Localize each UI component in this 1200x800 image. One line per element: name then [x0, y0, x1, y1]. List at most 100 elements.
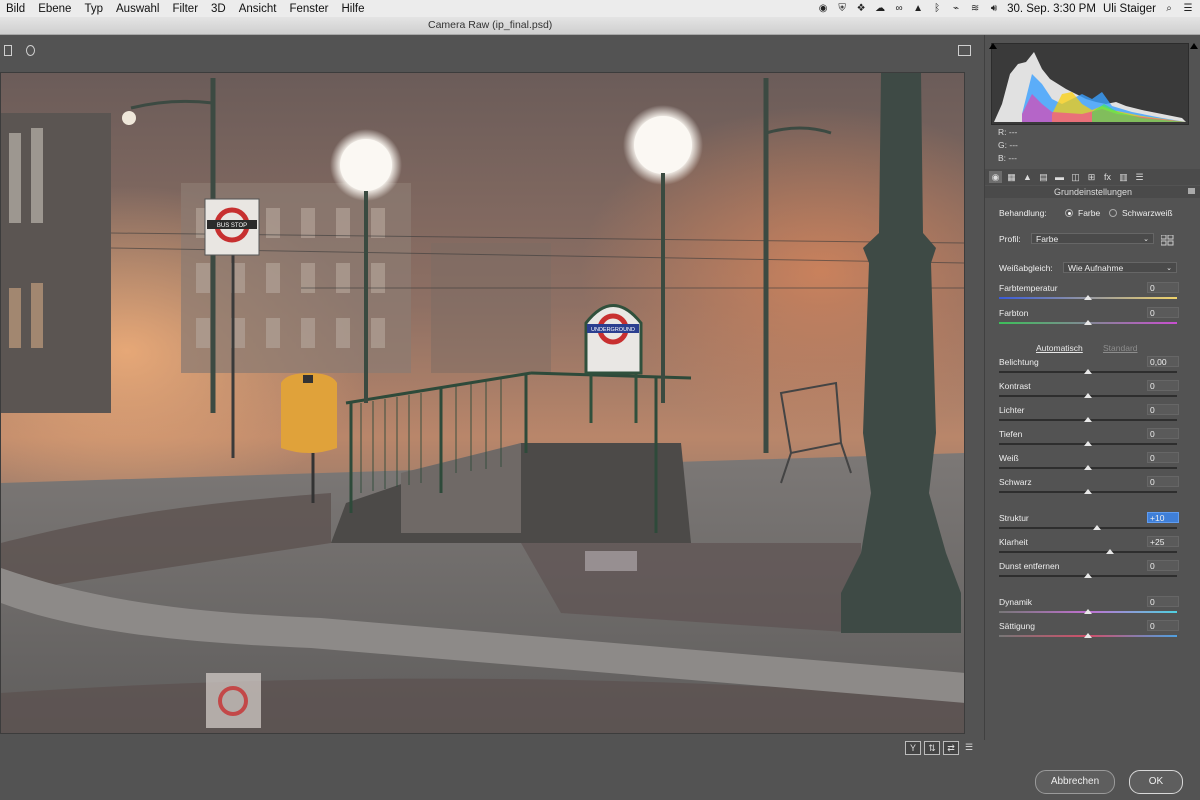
slider-label: Schwarz — [999, 477, 1032, 487]
slider-value-field[interactable]: 0 — [1147, 307, 1179, 318]
slider-value-field[interactable]: +10 — [1147, 512, 1179, 523]
slider-track[interactable] — [999, 527, 1177, 529]
shield-icon[interactable]: ⛨ — [836, 3, 848, 15]
histogram — [991, 43, 1189, 125]
chevron-down-icon: ⌄ — [1143, 236, 1149, 243]
slider-value-field[interactable]: 0 — [1147, 476, 1179, 487]
slider-track[interactable] — [999, 551, 1177, 553]
menu-3d[interactable]: 3D — [205, 3, 233, 15]
profile-browser-icon[interactable] — [1160, 233, 1174, 246]
menu-filter[interactable]: Filter — [166, 3, 205, 15]
presets-tab-icon[interactable]: ☰ — [1133, 171, 1146, 183]
circle-tool-icon[interactable] — [26, 45, 35, 56]
before-after-y-icon[interactable]: Y — [905, 741, 921, 755]
preview-preferences-icon[interactable]: ☰ — [962, 741, 976, 753]
slider-label: Klarheit — [999, 537, 1028, 547]
treatment-color-label[interactable]: Farbe — [1078, 208, 1100, 218]
filmstrip-icon[interactable] — [4, 45, 12, 56]
slider-thumb[interactable] — [1084, 609, 1092, 614]
slider-thumb[interactable] — [1084, 573, 1092, 578]
slider-label: Dunst entfernen — [999, 561, 1060, 571]
profile-dropdown[interactable]: Farbe ⌄ — [1031, 233, 1154, 244]
slider-thumb[interactable] — [1084, 295, 1092, 300]
slider-value-field[interactable]: 0 — [1147, 560, 1179, 571]
airdrop-icon[interactable]: ⌁ — [950, 3, 962, 15]
swap-settings-icon[interactable]: ⇅ — [924, 741, 940, 755]
slider-value-field[interactable]: 0 — [1147, 428, 1179, 439]
slider-value-field[interactable]: +25 — [1147, 536, 1179, 547]
cancel-button[interactable]: Abbrechen — [1035, 770, 1115, 794]
slider-thumb[interactable] — [1084, 633, 1092, 638]
lens-tab-icon[interactable]: ◫ — [1069, 171, 1082, 183]
profile-label: Profil: — [999, 234, 1021, 244]
menu-ebene[interactable]: Ebene — [32, 3, 78, 15]
highlight-clipping-icon[interactable] — [1190, 43, 1198, 49]
menu-typ[interactable]: Typ — [78, 3, 110, 15]
menu-ansicht[interactable]: Ansicht — [233, 3, 284, 15]
panel-menu-icon[interactable] — [1188, 188, 1195, 194]
view-tools: Y ⇅ ⇄ ☰ — [905, 741, 976, 755]
record-icon[interactable]: ◉ — [817, 3, 829, 15]
auto-link[interactable]: Automatisch — [1036, 343, 1083, 353]
menu-list-icon[interactable]: ☰ — [1182, 3, 1194, 15]
street-scene-image: UNDERGROUND BUS STOP — [1, 73, 964, 733]
slider-thumb[interactable] — [1084, 393, 1092, 398]
slider-label: Dynamik — [999, 597, 1033, 607]
slider-label: Sättigung — [999, 621, 1035, 631]
slider-value-field[interactable]: 0 — [1147, 282, 1179, 293]
slider-thumb[interactable] — [1084, 489, 1092, 494]
slider-thumb[interactable] — [1084, 441, 1092, 446]
slider-thumb[interactable] — [1084, 320, 1092, 325]
slider-thumb[interactable] — [1092, 525, 1101, 530]
basic-tab-icon[interactable]: ◉ — [989, 171, 1002, 183]
wifi-icon[interactable]: ≋ — [969, 3, 981, 15]
treatment-bw-radio[interactable] — [1109, 209, 1117, 217]
slider-label: Tiefen — [999, 429, 1023, 439]
menu-bild[interactable]: Bild — [0, 3, 32, 15]
hsl-tab-icon[interactable]: ▤ — [1037, 171, 1050, 183]
slider-label: Struktur — [999, 513, 1029, 523]
effects-tab-icon[interactable]: fx — [1101, 171, 1114, 183]
slider-thumb[interactable] — [1084, 465, 1092, 470]
slider-thumb[interactable] — [1106, 549, 1115, 554]
spotlight-search-icon[interactable]: ⌕ — [1163, 3, 1175, 15]
slider-value-field[interactable]: 0 — [1147, 596, 1179, 607]
fullscreen-icon[interactable] — [958, 45, 971, 56]
dropbox-icon[interactable]: ❖ — [855, 3, 867, 15]
slider-label: Kontrast — [999, 381, 1031, 391]
slider-value-field[interactable]: 0 — [1147, 620, 1179, 631]
slider-label: Farbton — [999, 308, 1029, 318]
cone-icon[interactable]: ▲ — [912, 3, 924, 15]
cloud-icon[interactable]: ☁ — [874, 3, 886, 15]
treatment-bw-label[interactable]: Schwarzweiß — [1122, 208, 1173, 218]
slider-value-field[interactable]: 0 — [1147, 452, 1179, 463]
image-preview[interactable]: UNDERGROUND BUS STOP — [0, 72, 965, 734]
transform-tab-icon[interactable]: ⊞ — [1085, 171, 1098, 183]
volume-icon[interactable]: 🔊︎ — [988, 3, 1000, 15]
tone-curve-tab-icon[interactable]: ▦ — [1005, 171, 1018, 183]
calibration-tab-icon[interactable]: ▥ — [1117, 171, 1130, 183]
menu-fenster[interactable]: Fenster — [283, 3, 335, 15]
creative-cloud-icon[interactable]: ∞ — [893, 3, 905, 15]
default-link[interactable]: Standard — [1103, 343, 1138, 353]
split-toning-tab-icon[interactable]: ▬ — [1053, 171, 1066, 183]
menu-auswahl[interactable]: Auswahl — [110, 3, 166, 15]
menu-bar: Bild Ebene Typ Auswahl Filter 3D Ansicht… — [0, 0, 1200, 17]
detail-tab-icon[interactable]: ▲ — [1021, 171, 1034, 183]
menu-hilfe[interactable]: Hilfe — [335, 3, 371, 15]
clock[interactable]: 30. Sep. 3:30 PM — [1007, 3, 1096, 15]
shadow-clipping-icon[interactable] — [989, 43, 997, 49]
slider-value-field[interactable]: 0,00 — [1147, 356, 1179, 367]
white-balance-dropdown[interactable]: Wie Aufnahme ⌄ — [1063, 262, 1177, 273]
slider-thumb[interactable] — [1084, 369, 1092, 374]
user-name[interactable]: Uli Staiger — [1103, 3, 1156, 15]
ok-button[interactable]: OK — [1129, 770, 1183, 794]
white-balance-value: Wie Aufnahme — [1068, 263, 1124, 273]
bluetooth-icon[interactable]: ᛒ — [931, 3, 943, 15]
slider-value-field[interactable]: 0 — [1147, 404, 1179, 415]
window-title-bar: Camera Raw (ip_final.psd) — [0, 17, 1200, 35]
slider-value-field[interactable]: 0 — [1147, 380, 1179, 391]
treatment-color-radio[interactable] — [1065, 209, 1073, 217]
slider-thumb[interactable] — [1084, 417, 1092, 422]
copy-settings-icon[interactable]: ⇄ — [943, 741, 959, 755]
